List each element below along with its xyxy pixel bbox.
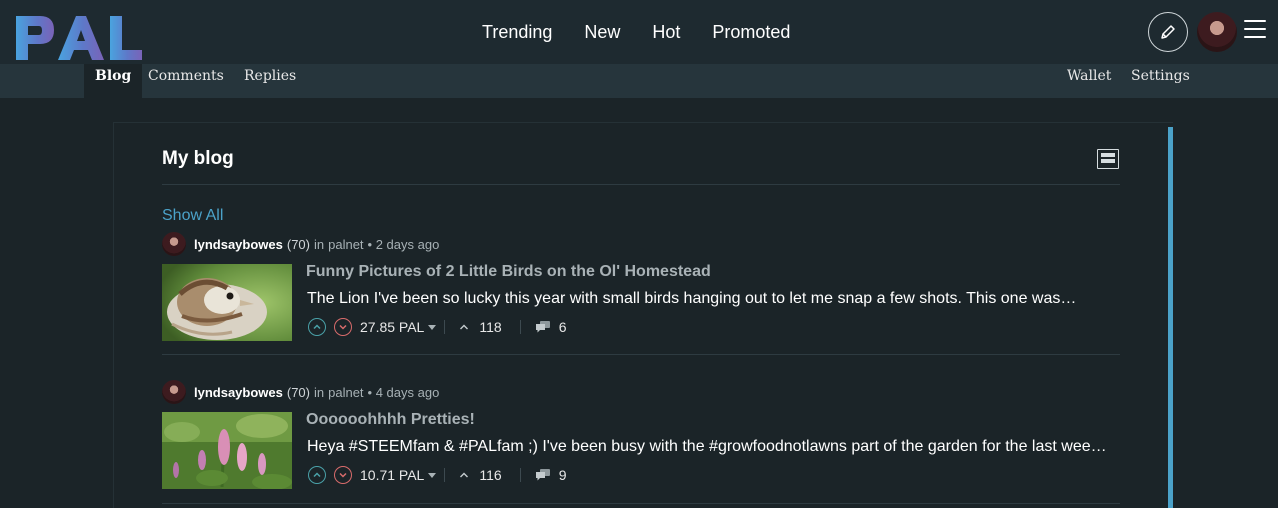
author-name[interactable]: lyndsaybowes <box>194 385 283 400</box>
reply-count[interactable]: 9 <box>559 467 567 483</box>
post-thumbnail[interactable] <box>162 412 292 489</box>
author-reputation: (70) <box>286 384 310 400</box>
stats-separator <box>444 468 446 482</box>
author-reputation: (70) <box>286 236 310 252</box>
author-name[interactable]: lyndsaybowes <box>194 237 283 252</box>
layout-line <box>1101 153 1115 157</box>
community-prefix: in <box>314 236 325 252</box>
post-divider <box>162 354 1120 355</box>
upvote-button[interactable] <box>308 318 326 336</box>
post-time: • 4 days ago <box>367 384 440 400</box>
hamburger-line <box>1244 36 1266 38</box>
hamburger-menu-button[interactable] <box>1244 20 1266 42</box>
votes-icon[interactable] <box>459 470 469 480</box>
post-title[interactable]: Funny Pictures of 2 Little Birds on the … <box>306 263 711 281</box>
layout-line <box>1101 159 1115 163</box>
nav-hot[interactable]: Hot <box>650 22 682 43</box>
community-prefix: in <box>314 384 325 400</box>
post-excerpt[interactable]: The Lion I've been so lucky this year wi… <box>307 290 1117 308</box>
reply-count[interactable]: 6 <box>559 319 567 335</box>
post-time: • 2 days ago <box>367 236 440 252</box>
post-meta: lyndsaybowes (70) in palnet • 2 days ago <box>162 232 439 256</box>
author-avatar[interactable] <box>162 232 186 256</box>
post-divider <box>162 503 1120 504</box>
chevron-up-icon <box>313 472 321 478</box>
comments-icon[interactable] <box>535 468 551 482</box>
tab-settings[interactable]: Settings <box>1131 64 1190 98</box>
card-accent-bar <box>1168 127 1173 508</box>
stats-separator <box>444 320 446 334</box>
chevron-down-icon <box>339 472 347 478</box>
list-layout-icon[interactable] <box>1097 149 1119 169</box>
hamburger-line <box>1244 28 1266 30</box>
chevron-down-icon <box>339 324 347 330</box>
payout-value[interactable]: 27.85 PAL <box>360 319 424 335</box>
upvote-button[interactable] <box>308 466 326 484</box>
show-all-link[interactable]: Show All <box>162 207 223 225</box>
pal-logo[interactable] <box>14 12 144 62</box>
hamburger-icon <box>1244 20 1266 22</box>
user-avatar[interactable] <box>1197 12 1237 52</box>
page-title: My blog <box>162 148 234 169</box>
post-stats: 10.71 PAL 116 9 <box>308 464 566 486</box>
post-meta: lyndsaybowes (70) in palnet • 4 days ago <box>162 380 439 404</box>
title-divider <box>162 184 1120 185</box>
nav-new[interactable]: New <box>582 22 622 43</box>
post-stats: 27.85 PAL 118 6 <box>308 316 566 338</box>
post-title[interactable]: Oooooohhhh Pretties! <box>306 411 475 429</box>
nav-promoted[interactable]: Promoted <box>710 22 792 43</box>
list-item: lyndsaybowes (70) in palnet • 2 days ago… <box>162 232 1120 372</box>
payout-value[interactable]: 10.71 PAL <box>360 467 424 483</box>
community-link[interactable]: palnet <box>328 385 363 400</box>
list-item: lyndsaybowes (70) in palnet • 4 days ago… <box>162 380 1120 508</box>
post-excerpt[interactable]: Heya #STEEMfam & #PALfam ;) I've been bu… <box>307 438 1117 456</box>
post-thumbnail[interactable] <box>162 264 292 341</box>
downvote-button[interactable] <box>334 466 352 484</box>
payout-dropdown-icon[interactable] <box>428 324 437 330</box>
tab-replies[interactable]: Replies <box>244 64 296 98</box>
pencil-icon <box>1161 25 1175 39</box>
comments-icon[interactable] <box>535 320 551 334</box>
tab-comments[interactable]: Comments <box>148 64 224 98</box>
nav-trending[interactable]: Trending <box>480 22 554 43</box>
chevron-up-icon <box>313 324 321 330</box>
stats-separator <box>519 468 521 482</box>
community-link[interactable]: palnet <box>328 237 363 252</box>
votes-icon[interactable] <box>459 322 469 332</box>
payout-dropdown-icon[interactable] <box>428 472 437 478</box>
tab-blog[interactable]: Blog <box>84 64 143 98</box>
top-header: Trending New Hot Promoted <box>0 0 1278 64</box>
vote-count[interactable]: 116 <box>479 467 501 483</box>
author-avatar[interactable] <box>162 380 186 404</box>
profile-subnav: Blog Comments Replies Wallet Settings <box>0 64 1278 98</box>
tab-wallet[interactable]: Wallet <box>1067 64 1111 98</box>
main-nav: Trending New Hot Promoted <box>480 0 792 64</box>
downvote-button[interactable] <box>334 318 352 336</box>
compose-button[interactable] <box>1148 12 1188 52</box>
vote-count[interactable]: 118 <box>479 319 501 335</box>
stats-separator <box>519 320 521 334</box>
